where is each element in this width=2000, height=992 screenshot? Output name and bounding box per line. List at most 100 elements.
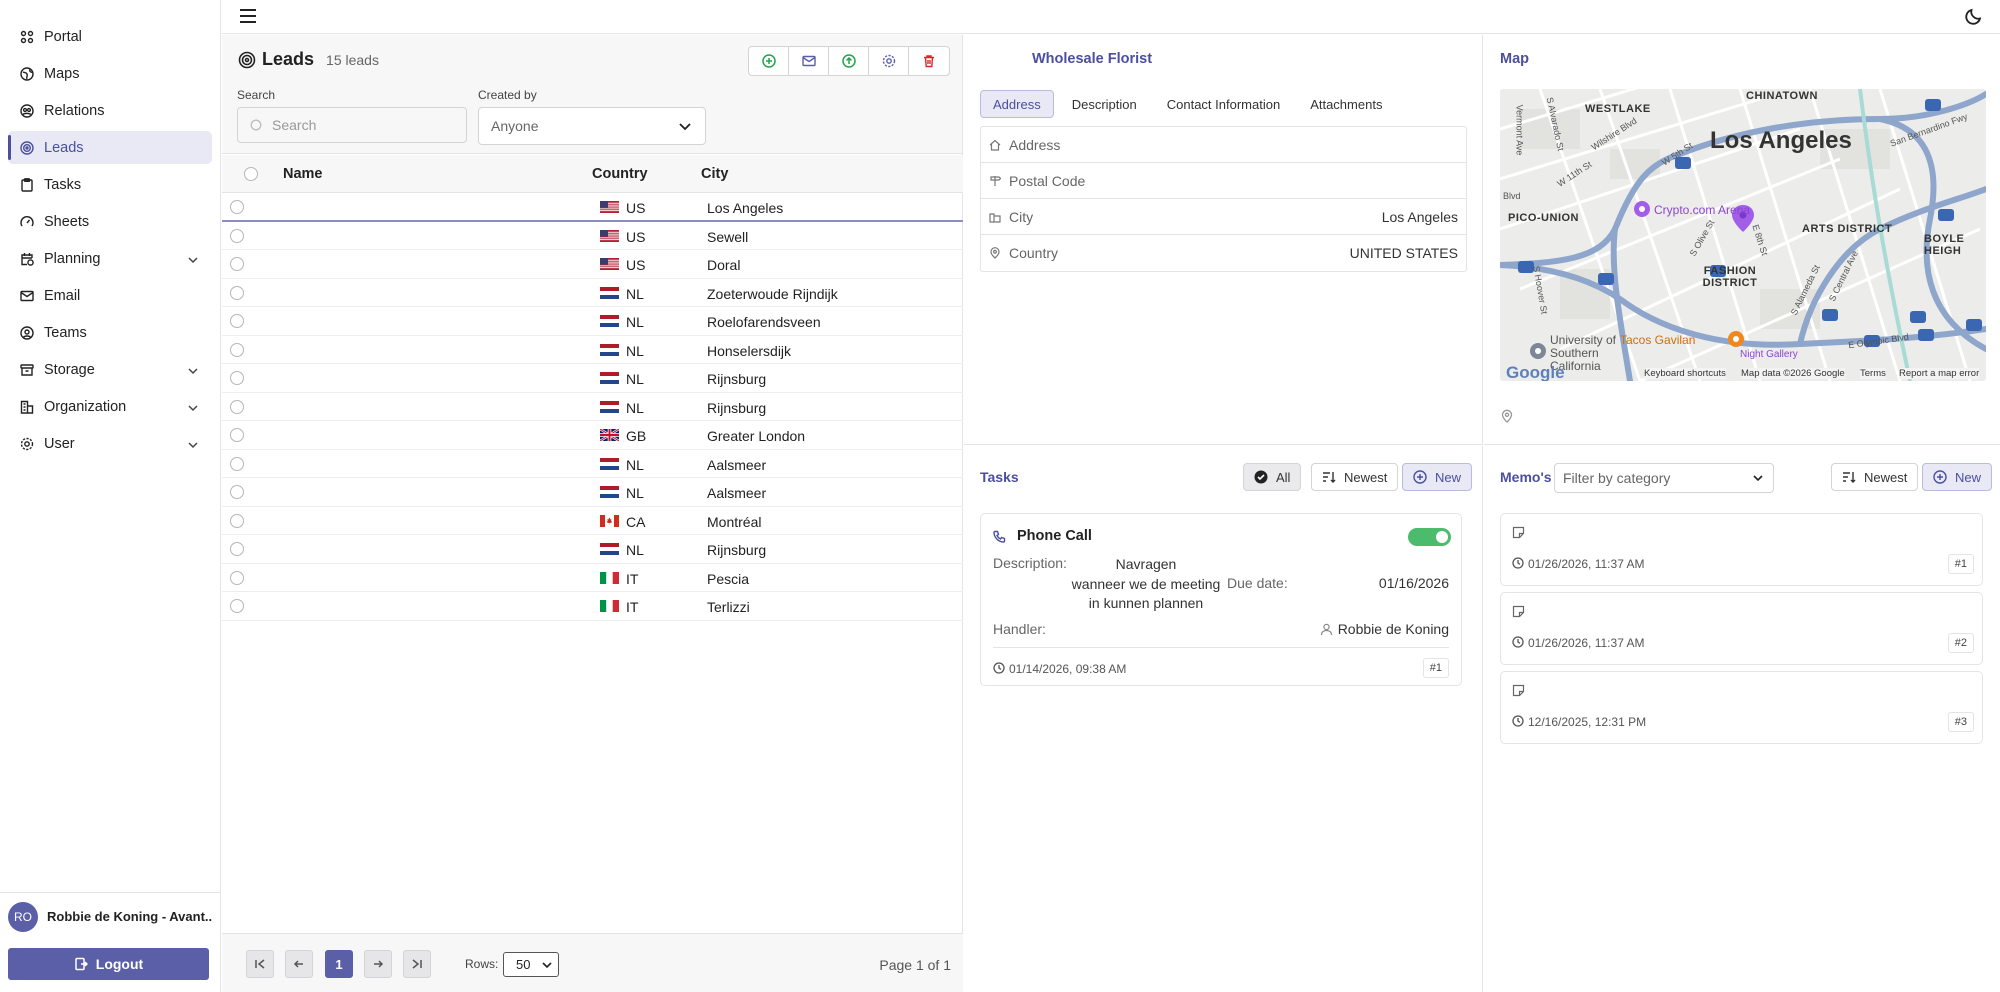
keyboard-shortcuts-link[interactable]: Keyboard shortcuts — [1644, 368, 1726, 379]
flag-nl-icon — [600, 372, 619, 384]
sidebar-item-planning[interactable]: Planning — [8, 242, 212, 275]
upload-leads-button[interactable] — [829, 47, 869, 75]
row-checkbox[interactable] — [230, 371, 244, 385]
tab-contact-information[interactable]: Contact Information — [1155, 90, 1292, 118]
memo-card[interactable]: 12/16/2025, 12:31 PM #3 — [1500, 671, 1983, 744]
filter-all-button[interactable]: All — [1243, 463, 1302, 491]
sidebar-item-teams[interactable]: Teams — [8, 316, 212, 349]
sidebar-item-email[interactable]: Email — [8, 279, 212, 312]
dark-mode-icon[interactable] — [1964, 6, 1984, 26]
column-country[interactable]: Country — [592, 166, 648, 182]
flag-ca-icon — [600, 514, 619, 527]
flag-us-icon — [600, 229, 619, 242]
settings-button[interactable] — [869, 47, 909, 75]
chevron-down-icon[interactable] — [188, 437, 198, 453]
sidebar-item-label: User — [44, 435, 75, 452]
last-page-button[interactable] — [403, 950, 431, 978]
sidebar-item-label: Leads — [44, 139, 84, 156]
row-checkbox[interactable] — [230, 570, 244, 585]
sidebar-item-portal[interactable]: Portal — [8, 20, 212, 53]
lead-city: Los Angeles — [707, 200, 784, 216]
add-lead-button[interactable] — [749, 47, 789, 75]
flag-nl-icon — [600, 315, 619, 327]
sidebar-item-maps[interactable]: Maps — [8, 57, 212, 90]
row-checkbox[interactable] — [230, 513, 244, 528]
lead-city: Rijnsburg — [707, 399, 767, 416]
row-checkbox[interactable] — [230, 314, 244, 328]
memo-card[interactable]: 01/26/2026, 11:37 AM #1 — [1500, 513, 1983, 586]
logout-button[interactable]: Logout — [8, 948, 209, 980]
row-checkbox[interactable] — [230, 599, 244, 613]
chevron-down-icon[interactable] — [188, 363, 198, 379]
tab-attachments[interactable]: Attachments — [1298, 90, 1394, 118]
new-task-button[interactable]: New — [1402, 463, 1473, 491]
sidebar-item-organization[interactable]: Organization — [8, 390, 212, 423]
table-row[interactable]: GB Greater London — [222, 421, 963, 450]
memo-card[interactable]: 01/26/2026, 11:37 AM #2 — [1500, 592, 1983, 665]
first-page-button[interactable] — [246, 950, 274, 978]
sidebar-item-leads[interactable]: Leads — [8, 131, 212, 164]
row-checkbox[interactable] — [230, 342, 244, 357]
lead-country: IT — [626, 599, 639, 615]
row-checkbox[interactable] — [230, 285, 244, 300]
row-checkbox[interactable] — [230, 542, 244, 556]
report-map-error-link[interactable]: Report a map error — [1899, 368, 1980, 379]
terms-link[interactable]: Terms — [1860, 368, 1886, 379]
memo-sort-button[interactable]: Newest — [1831, 463, 1919, 491]
table-row[interactable]: US Los Angeles — [222, 193, 963, 222]
next-page-button[interactable] — [364, 950, 392, 978]
sidebar-item-relations[interactable]: Relations — [8, 94, 212, 127]
row-checkbox[interactable] — [230, 399, 244, 414]
sidebar-item-sheets[interactable]: Sheets — [8, 205, 212, 238]
new-memo-button[interactable]: New — [1922, 463, 1993, 491]
prev-page-button[interactable] — [285, 950, 313, 978]
column-name[interactable]: Name — [283, 166, 323, 182]
address-table: Address Postal Code City Los Angeles Country… — [980, 126, 1467, 272]
column-city[interactable]: City — [701, 166, 728, 182]
row-checkbox[interactable] — [230, 228, 244, 243]
table-row[interactable]: US Doral — [222, 250, 963, 279]
lead-city: Zoeterwoude Rijndijk — [707, 285, 838, 302]
sidebar-item-tasks[interactable]: Tasks — [8, 168, 212, 201]
sidebar-item-user[interactable]: User — [8, 427, 212, 460]
flag-nl-icon — [600, 543, 619, 555]
table-row[interactable]: NL Rijnsburg — [222, 364, 963, 393]
tab-address[interactable]: Address — [980, 90, 1054, 118]
table-row[interactable]: NL Aalsmeer — [222, 478, 963, 507]
task-card[interactable]: Phone Call Description: Navragen wanneer… — [980, 513, 1462, 686]
row-checkbox[interactable] — [230, 485, 244, 499]
user-profile[interactable]: RO Robbie de Koning - Avant... — [0, 892, 221, 940]
current-page-button[interactable]: 1 — [325, 950, 353, 978]
select-all-checkbox[interactable] — [244, 167, 258, 181]
table-row[interactable]: NL Zoeterwoude Rijndijk — [222, 279, 963, 307]
email-leads-button[interactable] — [789, 47, 829, 75]
table-row[interactable]: CA Montréal — [222, 507, 963, 535]
table-row[interactable]: NL Honselersdijk — [222, 336, 963, 364]
table-row[interactable]: NL Rijnsburg — [222, 535, 963, 564]
row-checkbox[interactable] — [230, 456, 244, 471]
row-checkbox[interactable] — [230, 428, 244, 442]
table-row[interactable]: NL Roelofarendsveen — [222, 307, 963, 336]
map-label-chinatown: CHINATOWN — [1746, 90, 1818, 102]
table-row[interactable]: IT Pescia — [222, 564, 963, 592]
table-row[interactable]: IT Terlizzi — [222, 592, 963, 621]
sort-newest-button[interactable]: Newest — [1311, 463, 1399, 491]
memo-category-filter[interactable]: Filter by category — [1554, 463, 1774, 493]
delete-button[interactable] — [909, 47, 949, 75]
table-row[interactable]: US Sewell — [222, 222, 963, 250]
created-by-select[interactable]: Anyone — [478, 107, 706, 145]
row-checkbox[interactable] — [230, 257, 244, 271]
sidebar-item-storage[interactable]: Storage — [8, 353, 212, 386]
search-input[interactable]: Search — [237, 107, 467, 143]
task-toggle[interactable] — [1408, 528, 1451, 546]
map-view[interactable]: Los Angeles CHINATOWN WESTLAKE PICO-UNIO… — [1500, 89, 1986, 381]
rows-per-page-select[interactable]: 50 — [503, 952, 559, 977]
table-row[interactable]: NL Rijnsburg — [222, 393, 963, 421]
chevron-down-icon[interactable] — [188, 400, 198, 416]
chevron-down-icon[interactable] — [188, 252, 198, 268]
menu-icon[interactable] — [238, 6, 258, 26]
table-row[interactable]: NL Aalsmeer — [222, 450, 963, 478]
row-checkbox[interactable] — [230, 200, 244, 214]
tab-description[interactable]: Description — [1060, 90, 1149, 118]
leads-title-group: Leads 15 leads — [238, 49, 379, 70]
